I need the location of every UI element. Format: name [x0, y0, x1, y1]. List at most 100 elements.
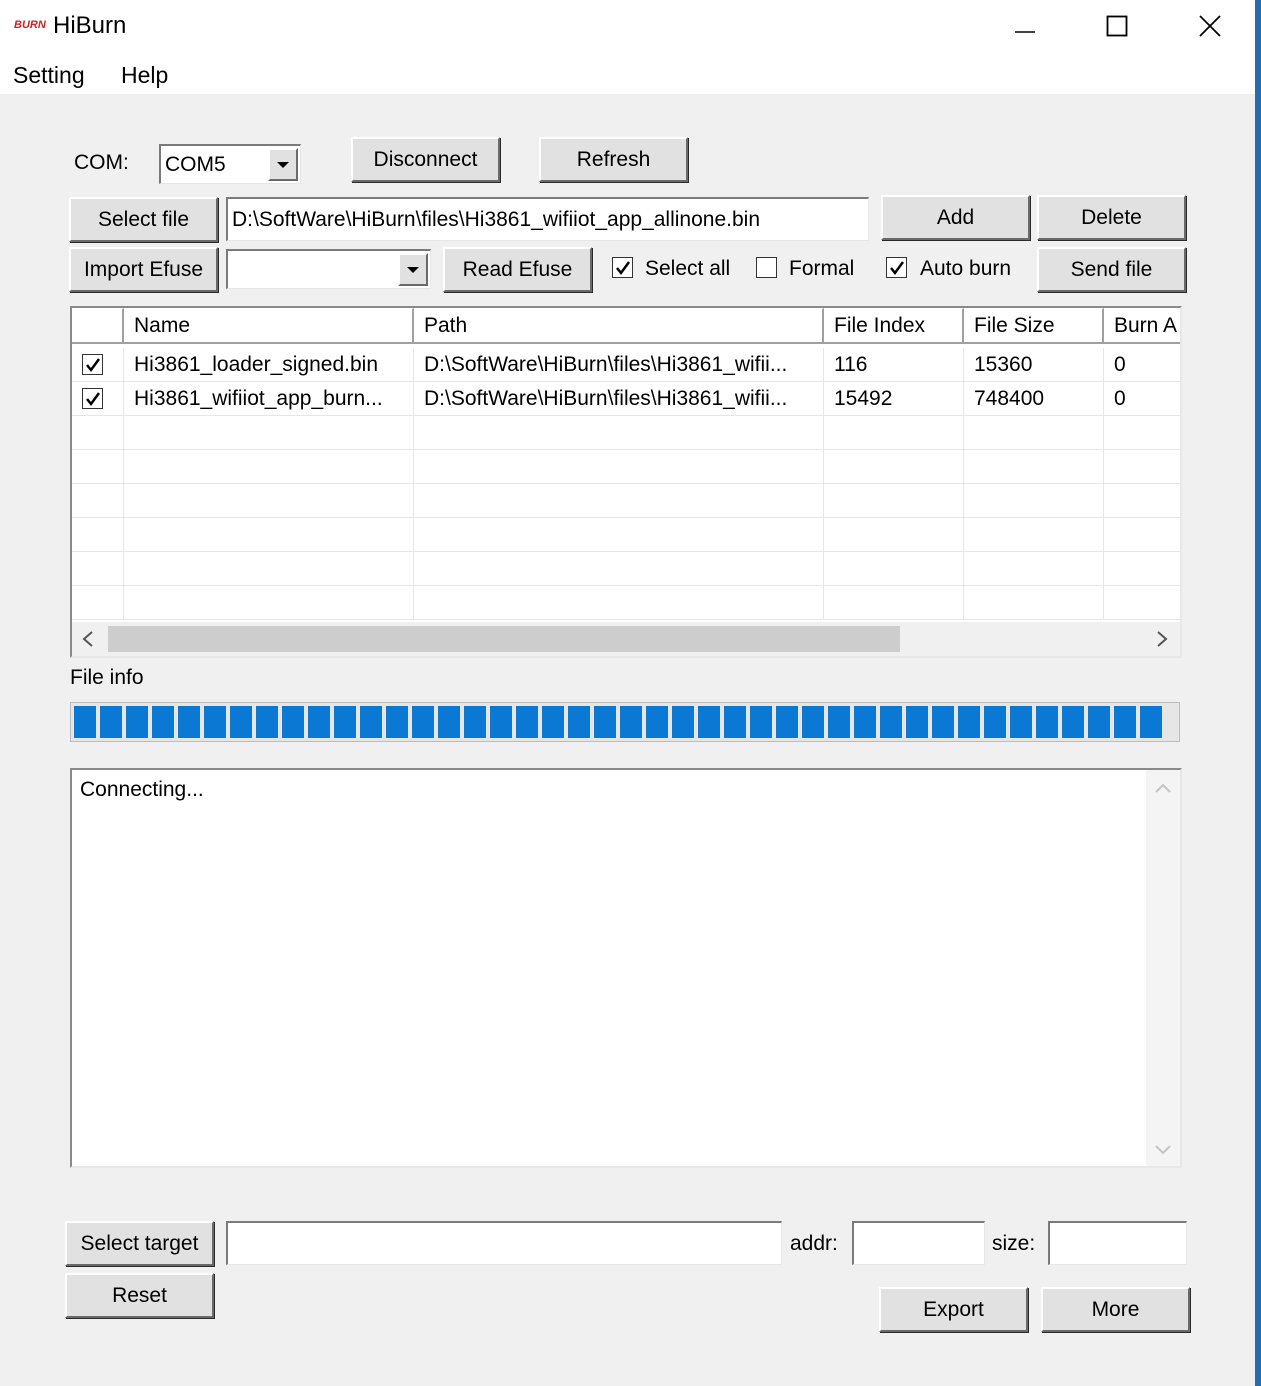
addr-input[interactable] — [852, 1221, 985, 1265]
scroll-up-icon[interactable] — [1154, 780, 1172, 796]
progress-segment — [126, 706, 148, 738]
scroll-left-icon[interactable] — [80, 630, 96, 648]
formal-label: Formal — [789, 257, 855, 280]
window-border — [1255, 0, 1261, 1386]
delete-button[interactable]: Delete — [1037, 195, 1186, 240]
select-all-label: Select all — [645, 257, 731, 280]
progress-segment — [412, 706, 434, 738]
com-port-select[interactable]: COM5 — [159, 144, 301, 184]
progress-segment — [880, 706, 902, 738]
progress-segment — [906, 706, 928, 738]
row-name: Hi3861_loader_signed.bin — [124, 348, 414, 382]
column-header-burn-addr[interactable]: Burn A — [1104, 308, 1180, 344]
column-header-file-index[interactable]: File Index — [824, 308, 964, 344]
file-info-label: File info — [70, 666, 144, 689]
send-file-button[interactable]: Send file — [1037, 247, 1186, 292]
file-path-input[interactable]: D:\SoftWare\HiBurn\files\Hi3861_wifiiot_… — [226, 197, 869, 241]
row-checkbox[interactable] — [82, 354, 103, 375]
progress-segment — [1036, 706, 1058, 738]
progress-segment — [490, 706, 512, 738]
column-header-check[interactable] — [72, 308, 124, 344]
empty-row — [72, 450, 1180, 484]
progress-segment — [620, 706, 642, 738]
progress-segment — [282, 706, 304, 738]
efuse-select[interactable] — [226, 249, 431, 289]
export-button[interactable]: Export — [879, 1287, 1028, 1332]
progress-segment — [230, 706, 252, 738]
scroll-right-icon[interactable] — [1154, 630, 1170, 648]
progress-segment — [776, 706, 798, 738]
progress-segment — [828, 706, 850, 738]
select-target-button[interactable]: Select target — [65, 1221, 214, 1266]
row-file-index: 15492 — [824, 382, 964, 416]
horizontal-scrollbar[interactable] — [72, 622, 1180, 656]
checkmark-icon — [85, 357, 100, 372]
close-icon — [1199, 15, 1221, 37]
row-file-size: 15360 — [964, 348, 1104, 382]
row-path: D:\SoftWare\HiBurn\files\Hi3861_wifii... — [414, 348, 824, 382]
column-header-path[interactable]: Path — [414, 308, 824, 344]
add-button[interactable]: Add — [881, 195, 1030, 240]
file-list[interactable]: Name Path File Index File Size Burn A Hi… — [70, 306, 1182, 658]
progress-segment — [516, 706, 538, 738]
window-title: HiBurn — [53, 12, 127, 39]
scroll-down-icon[interactable] — [1154, 1142, 1172, 1158]
chevron-down-icon[interactable] — [268, 148, 298, 181]
menu-bar — [0, 54, 1255, 94]
empty-row — [72, 586, 1180, 620]
read-efuse-button[interactable]: Read Efuse — [443, 247, 592, 292]
progress-segment — [178, 706, 200, 738]
row-burn-addr: 0 — [1104, 348, 1180, 382]
table-row[interactable]: Hi3861_loader_signed.bin D:\SoftWare\HiB… — [72, 348, 1180, 382]
log-text: Connecting... — [80, 778, 204, 801]
size-input[interactable] — [1048, 1221, 1187, 1265]
formal-checkbox[interactable] — [756, 257, 777, 278]
table-row[interactable]: Hi3861_wifiiot_app_burn... D:\SoftWare\H… — [72, 382, 1180, 416]
auto-burn-checkbox[interactable] — [886, 257, 907, 278]
column-header-name[interactable]: Name — [124, 308, 414, 344]
chevron-down-icon[interactable] — [398, 253, 428, 286]
app-logo: BURN — [14, 19, 46, 31]
target-input[interactable] — [226, 1221, 782, 1265]
size-label: size: — [992, 1232, 1036, 1255]
checkmark-icon — [615, 260, 630, 275]
progress-segment — [100, 706, 122, 738]
vertical-scrollbar[interactable] — [1146, 770, 1180, 1166]
more-button[interactable]: More — [1041, 1287, 1190, 1332]
menu-help[interactable]: Help — [121, 62, 168, 89]
progress-segment — [360, 706, 382, 738]
disconnect-button[interactable]: Disconnect — [351, 137, 500, 182]
row-path: D:\SoftWare\HiBurn\files\Hi3861_wifii... — [414, 382, 824, 416]
maximize-icon — [1106, 15, 1128, 37]
progress-segment — [1062, 706, 1084, 738]
empty-row — [72, 552, 1180, 586]
com-port-value: COM5 — [165, 152, 226, 176]
progress-segment — [958, 706, 980, 738]
progress-segment — [672, 706, 694, 738]
select-all-checkbox[interactable] — [612, 257, 633, 278]
empty-row — [72, 518, 1180, 552]
select-file-button[interactable]: Select file — [69, 197, 218, 242]
progress-segment — [1140, 706, 1162, 738]
progress-bar — [70, 702, 1180, 742]
addr-label: addr: — [790, 1232, 838, 1255]
progress-segment — [256, 706, 278, 738]
com-label: COM: — [74, 151, 129, 174]
progress-segment — [854, 706, 876, 738]
import-efuse-button[interactable]: Import Efuse — [69, 247, 218, 292]
progress-segment — [802, 706, 824, 738]
maximize-button[interactable] — [1087, 8, 1147, 44]
close-button[interactable] — [1180, 8, 1240, 44]
menu-setting[interactable]: Setting — [13, 62, 85, 89]
progress-segment — [1114, 706, 1136, 738]
refresh-button[interactable]: Refresh — [539, 137, 688, 182]
progress-segment — [464, 706, 486, 738]
progress-segment — [568, 706, 590, 738]
log-output[interactable]: Connecting... — [70, 768, 1182, 1168]
file-list-header: Name Path File Index File Size Burn A — [72, 308, 1180, 344]
scrollbar-thumb[interactable] — [108, 626, 900, 652]
row-checkbox[interactable] — [82, 388, 103, 409]
minimize-button[interactable] — [995, 8, 1055, 44]
reset-button[interactable]: Reset — [65, 1273, 214, 1318]
column-header-file-size[interactable]: File Size — [964, 308, 1104, 344]
